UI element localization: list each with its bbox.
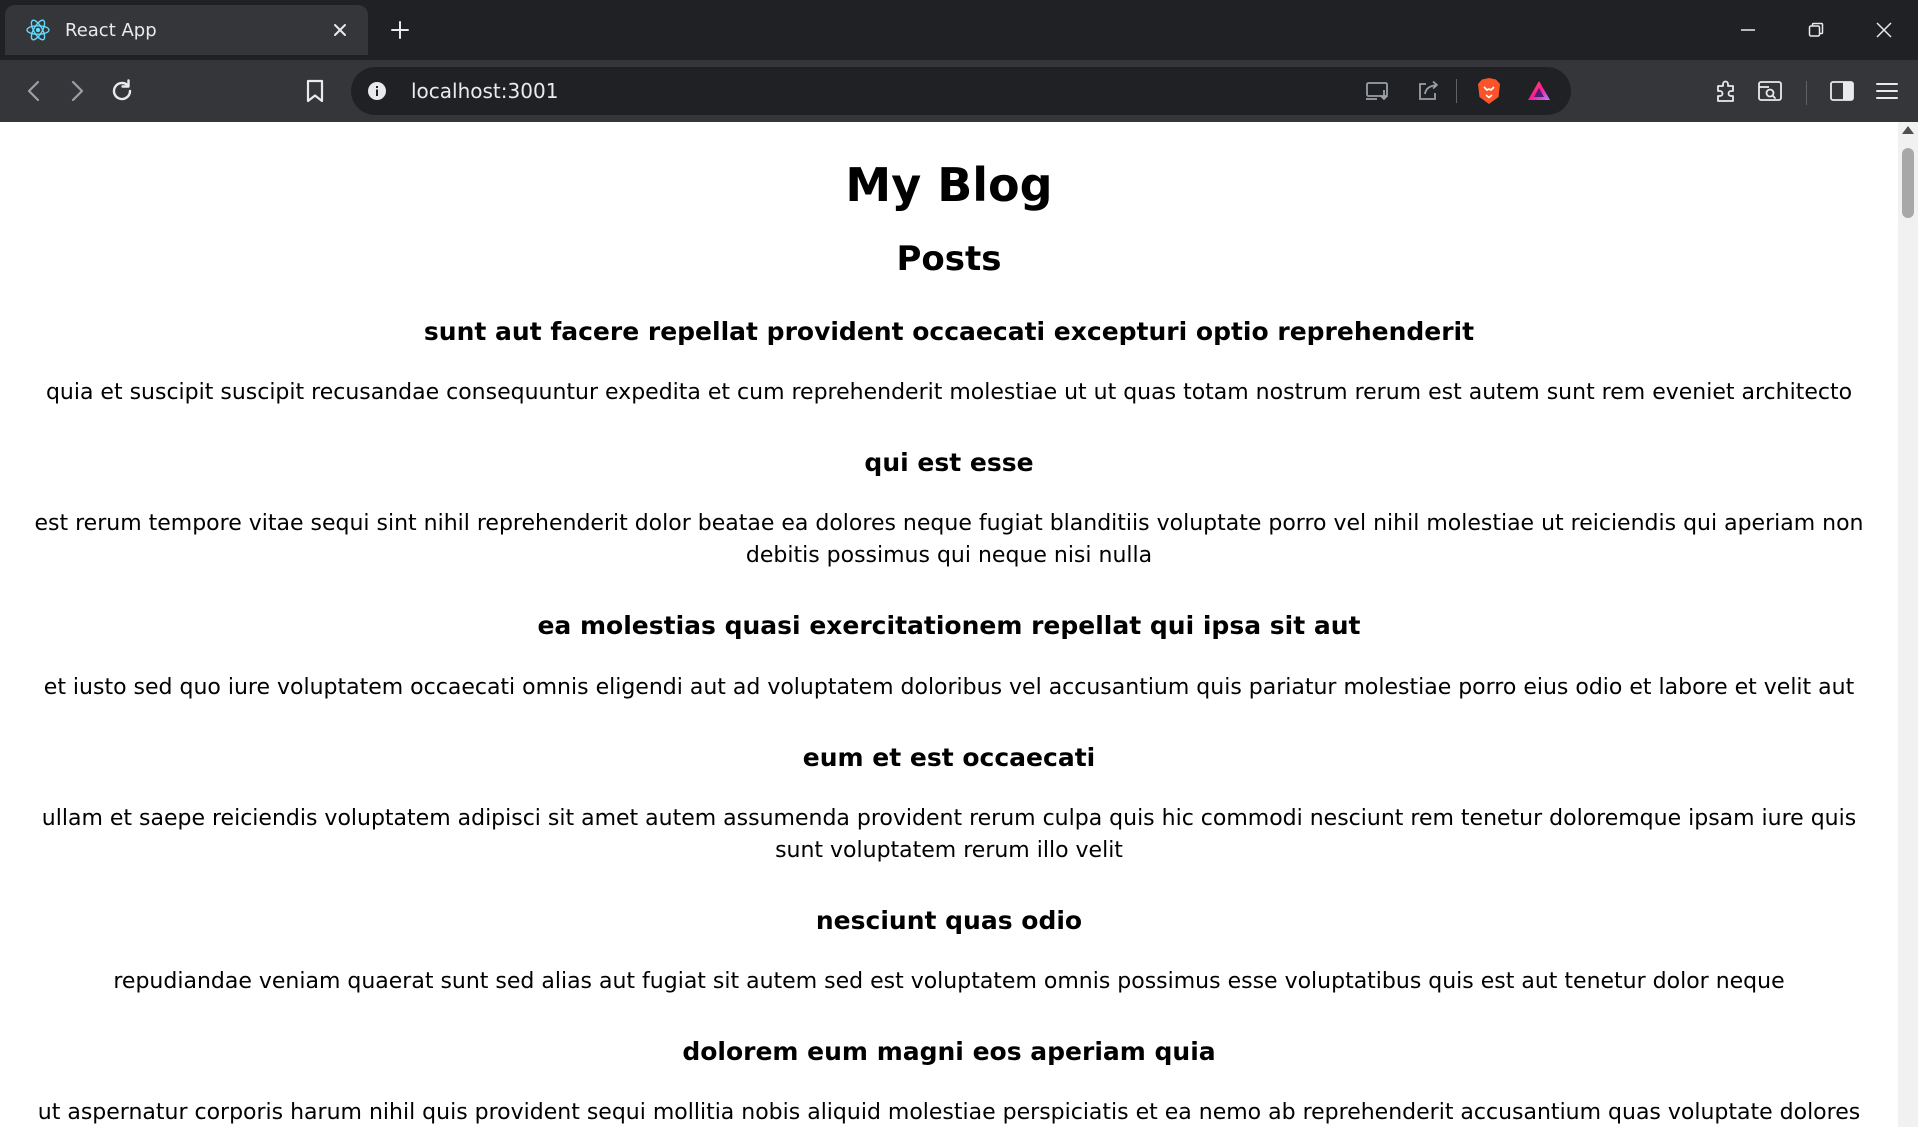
posts-heading: Posts — [896, 239, 1002, 280]
close-icon — [1876, 22, 1892, 38]
post-item: sunt aut facere repellat provident occae… — [30, 316, 1868, 409]
divider — [1456, 79, 1457, 103]
hamburger-menu-icon — [1876, 83, 1898, 99]
close-tab-button[interactable] — [326, 16, 354, 44]
brave-lion-icon — [1478, 78, 1500, 104]
extensions-button[interactable] — [1708, 73, 1744, 109]
close-icon — [334, 24, 346, 36]
site-info-button[interactable] — [365, 79, 389, 103]
address-bar[interactable]: localhost:3001 — [351, 67, 1571, 115]
restore-button[interactable] — [1782, 0, 1850, 60]
post-item: dolorem eum magni eos aperiam quia ut as… — [30, 1036, 1868, 1127]
puzzle-icon — [1717, 80, 1734, 102]
post-body: et iusto sed quo iure voluptatem occaeca… — [43, 674, 1855, 700]
tab-title: React App — [65, 19, 157, 41]
page-viewport: My Blog Posts sunt aut facere repellat p… — [0, 122, 1898, 1127]
brave-shields-button[interactable] — [1471, 73, 1507, 109]
react-icon — [26, 19, 50, 41]
post-item: ea molestias quasi exercitationem repell… — [30, 610, 1868, 703]
url-text[interactable]: localhost:3001 — [411, 79, 1346, 103]
post-body: ut aspernatur corporis harum nihil quis … — [37, 1100, 1861, 1126]
divider — [1806, 81, 1807, 105]
reload-button[interactable] — [104, 73, 140, 109]
tab-search-icon — [1758, 81, 1782, 101]
vertical-scrollbar[interactable] — [1898, 122, 1918, 1127]
post-title: dolorem eum magni eos aperiam quia — [682, 1037, 1216, 1067]
bookmark-button[interactable] — [297, 73, 333, 109]
new-tab-button[interactable] — [384, 14, 416, 46]
plus-icon — [391, 21, 409, 39]
post-item: eum et est occaecati ullam et saepe reic… — [30, 742, 1868, 867]
info-icon — [368, 82, 386, 100]
arrow-right-icon — [71, 80, 84, 102]
page-title: My Blog — [845, 158, 1053, 212]
minimize-icon — [1741, 29, 1755, 31]
install-app-button[interactable] — [1360, 73, 1396, 109]
post-body: est rerum tempore vitae sequi sint nihil… — [34, 511, 1864, 569]
minimize-button[interactable] — [1714, 0, 1782, 60]
post-title: qui est esse — [864, 448, 1034, 478]
forward-button[interactable] — [59, 73, 95, 109]
arrow-left-icon — [27, 80, 40, 102]
post-title: ea molestias quasi exercitationem repell… — [537, 611, 1361, 641]
scrollbar-thumb[interactable] — [1902, 148, 1914, 218]
sidebar-icon — [1830, 81, 1854, 101]
post-title: sunt aut facere repellat provident occae… — [423, 316, 1475, 346]
post-body: quia et suscipit suscipit recusandae con… — [45, 380, 1853, 406]
tab-strip: React App — [0, 0, 1918, 60]
install-app-icon — [1366, 82, 1389, 101]
posts-list: sunt aut facere repellat provident occae… — [30, 316, 1868, 1127]
reload-icon — [112, 79, 132, 101]
scroll-up-arrow-icon[interactable] — [1902, 126, 1914, 134]
brave-rewards-button[interactable] — [1521, 73, 1557, 109]
back-button[interactable] — [16, 73, 52, 109]
close-window-button[interactable] — [1850, 0, 1918, 60]
post-body: repudiandae veniam quaerat sunt sed alia… — [113, 969, 1785, 995]
post-item: qui est esse est rerum tempore vitae seq… — [30, 447, 1868, 572]
tab-search-button[interactable] — [1752, 73, 1788, 109]
blog-page: My Blog Posts sunt aut facere repellat p… — [0, 158, 1898, 1127]
post-title: nesciunt quas odio — [815, 905, 1083, 935]
brave-rewards-icon — [1528, 81, 1550, 100]
share-icon — [1419, 80, 1438, 100]
post-item: nesciunt quas odio repudiandae veniam qu… — [30, 905, 1868, 998]
restore-icon — [1808, 22, 1824, 37]
browser-tab[interactable]: React App — [5, 5, 368, 55]
bookmark-icon — [306, 79, 324, 103]
main-menu-button[interactable] — [1869, 73, 1905, 109]
share-button[interactable] — [1410, 73, 1446, 109]
post-title: eum et est occaecati — [802, 742, 1096, 772]
post-body: ullam et saepe reiciendis voluptatem adi… — [41, 805, 1857, 863]
sidebar-button[interactable] — [1824, 73, 1860, 109]
